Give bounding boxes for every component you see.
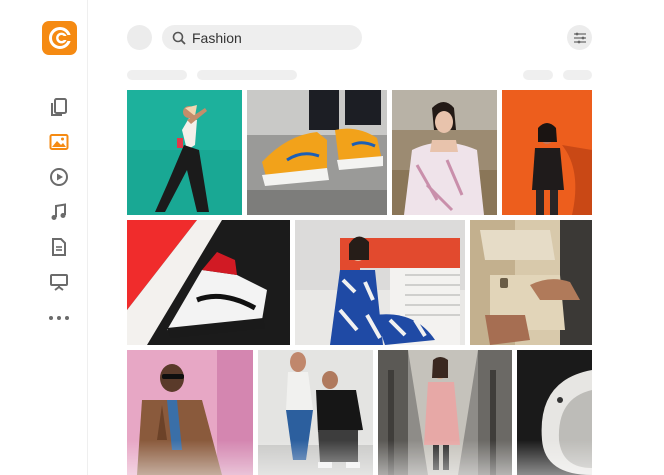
photo-woman-floral-dress[interactable] [392,90,497,215]
photo-couple-street[interactable] [258,350,373,475]
skeleton-placeholder [197,70,297,80]
skeleton-placeholder [523,70,553,80]
more-icon[interactable] [48,307,70,329]
photo-woman-blue-dress[interactable] [295,220,465,345]
search-bar[interactable] [162,25,362,50]
presentation-icon[interactable] [48,271,70,293]
photo-abstract-metal-curve[interactable] [517,350,592,475]
document-icon[interactable] [48,236,70,258]
search-icon [172,31,186,45]
video-play-icon[interactable] [48,166,70,188]
sidebar [0,0,88,475]
back-button[interactable] [127,25,152,50]
app-window [0,0,664,475]
music-note-icon[interactable] [48,201,70,223]
photo-woman-orange-wall[interactable] [502,90,592,215]
photo-woman-teal-background[interactable] [127,90,242,215]
photo-car-door-hand[interactable] [470,220,592,345]
search-input[interactable] [192,29,352,46]
documents-icon[interactable] [48,96,70,118]
filter-sliders-icon [573,32,586,43]
app-logo[interactable] [42,21,77,55]
images-icon[interactable] [48,131,70,153]
photo-woman-pink-coat-corridor[interactable] [378,350,512,475]
skeleton-placeholder [563,70,592,80]
filter-button[interactable] [567,25,592,50]
photo-sneaker-red-black[interactable] [127,220,290,345]
photo-man-pink-background[interactable] [127,350,253,475]
photo-orange-sneakers[interactable] [247,90,387,215]
skeleton-placeholder [127,70,187,80]
